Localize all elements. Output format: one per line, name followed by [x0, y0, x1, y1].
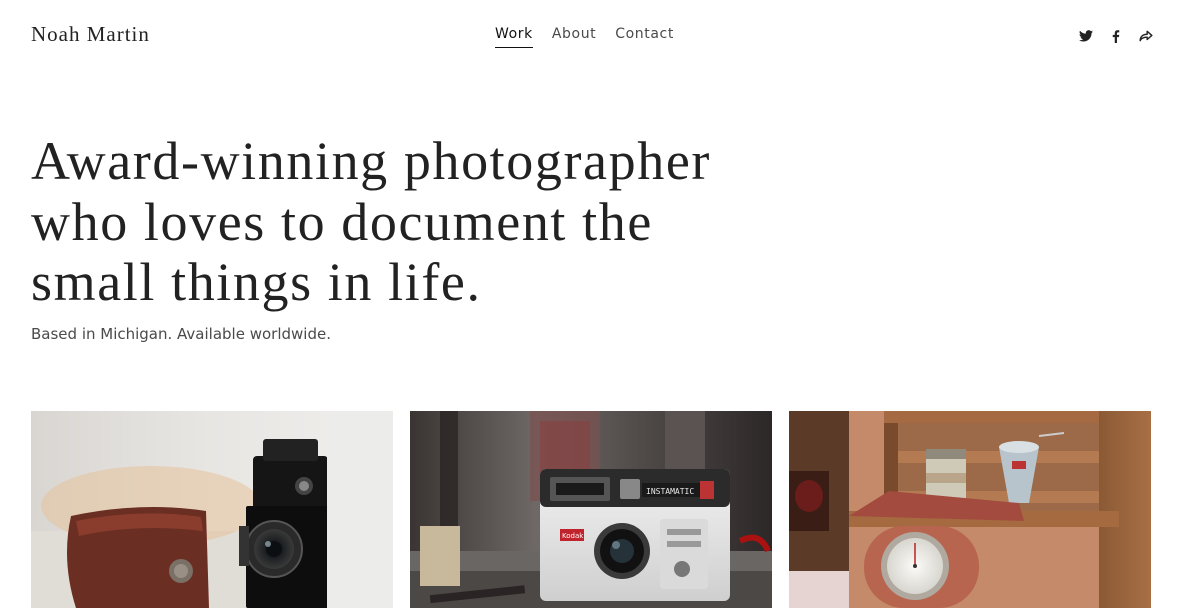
share-icon[interactable] — [1138, 28, 1154, 44]
site-header: Noah Martin Work About Contact — [0, 0, 1200, 72]
photo-gallery: INSTAMATIC Kodak — [31, 411, 1151, 608]
gallery-photo-instamatic-camera[interactable]: INSTAMATIC Kodak — [410, 411, 772, 608]
gallery-photo-kitchen-scale[interactable] — [789, 411, 1151, 608]
gallery-photo-folding-camera[interactable] — [31, 411, 393, 608]
twitter-icon[interactable] — [1078, 28, 1094, 44]
nav-item-about[interactable]: About — [552, 26, 596, 48]
facebook-icon[interactable] — [1108, 28, 1124, 44]
hero-headline-line: small things in life. — [31, 252, 482, 312]
hero-headline-line: who loves to document the — [31, 191, 653, 252]
nav-item-contact[interactable]: Contact — [615, 26, 674, 48]
site-title-link[interactable]: Noah Martin — [31, 22, 150, 47]
main-nav: Work About Contact — [495, 26, 674, 48]
svg-text:Kodak: Kodak — [562, 532, 584, 540]
nav-item-work[interactable]: Work — [495, 26, 533, 48]
svg-text:INSTAMATIC: INSTAMATIC — [646, 487, 694, 496]
hero-section: Award-winning photographer who loves to … — [31, 131, 731, 343]
hero-headline-line: Award-winning photographer — [31, 131, 711, 191]
hero-subtitle: Based in Michigan. Available worldwide. — [31, 324, 331, 343]
social-links — [1078, 28, 1154, 44]
hero-headline: Award-winning photographer who loves to … — [31, 131, 731, 313]
